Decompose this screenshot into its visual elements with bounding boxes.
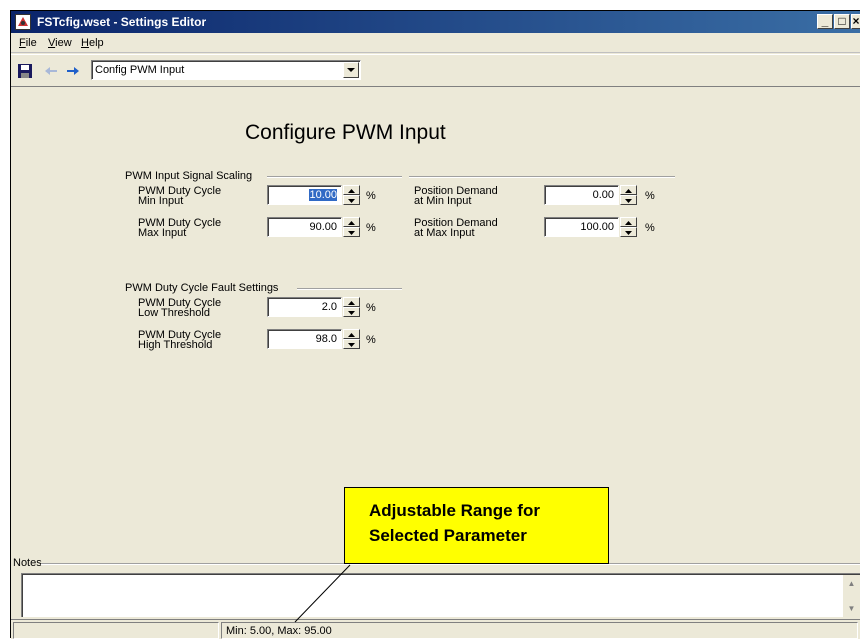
callout-line-1: Adjustable Range for <box>369 501 540 520</box>
callout-box: Adjustable Range for Selected Parameter <box>344 487 609 564</box>
callout-line-2: Selected Parameter <box>369 526 527 545</box>
